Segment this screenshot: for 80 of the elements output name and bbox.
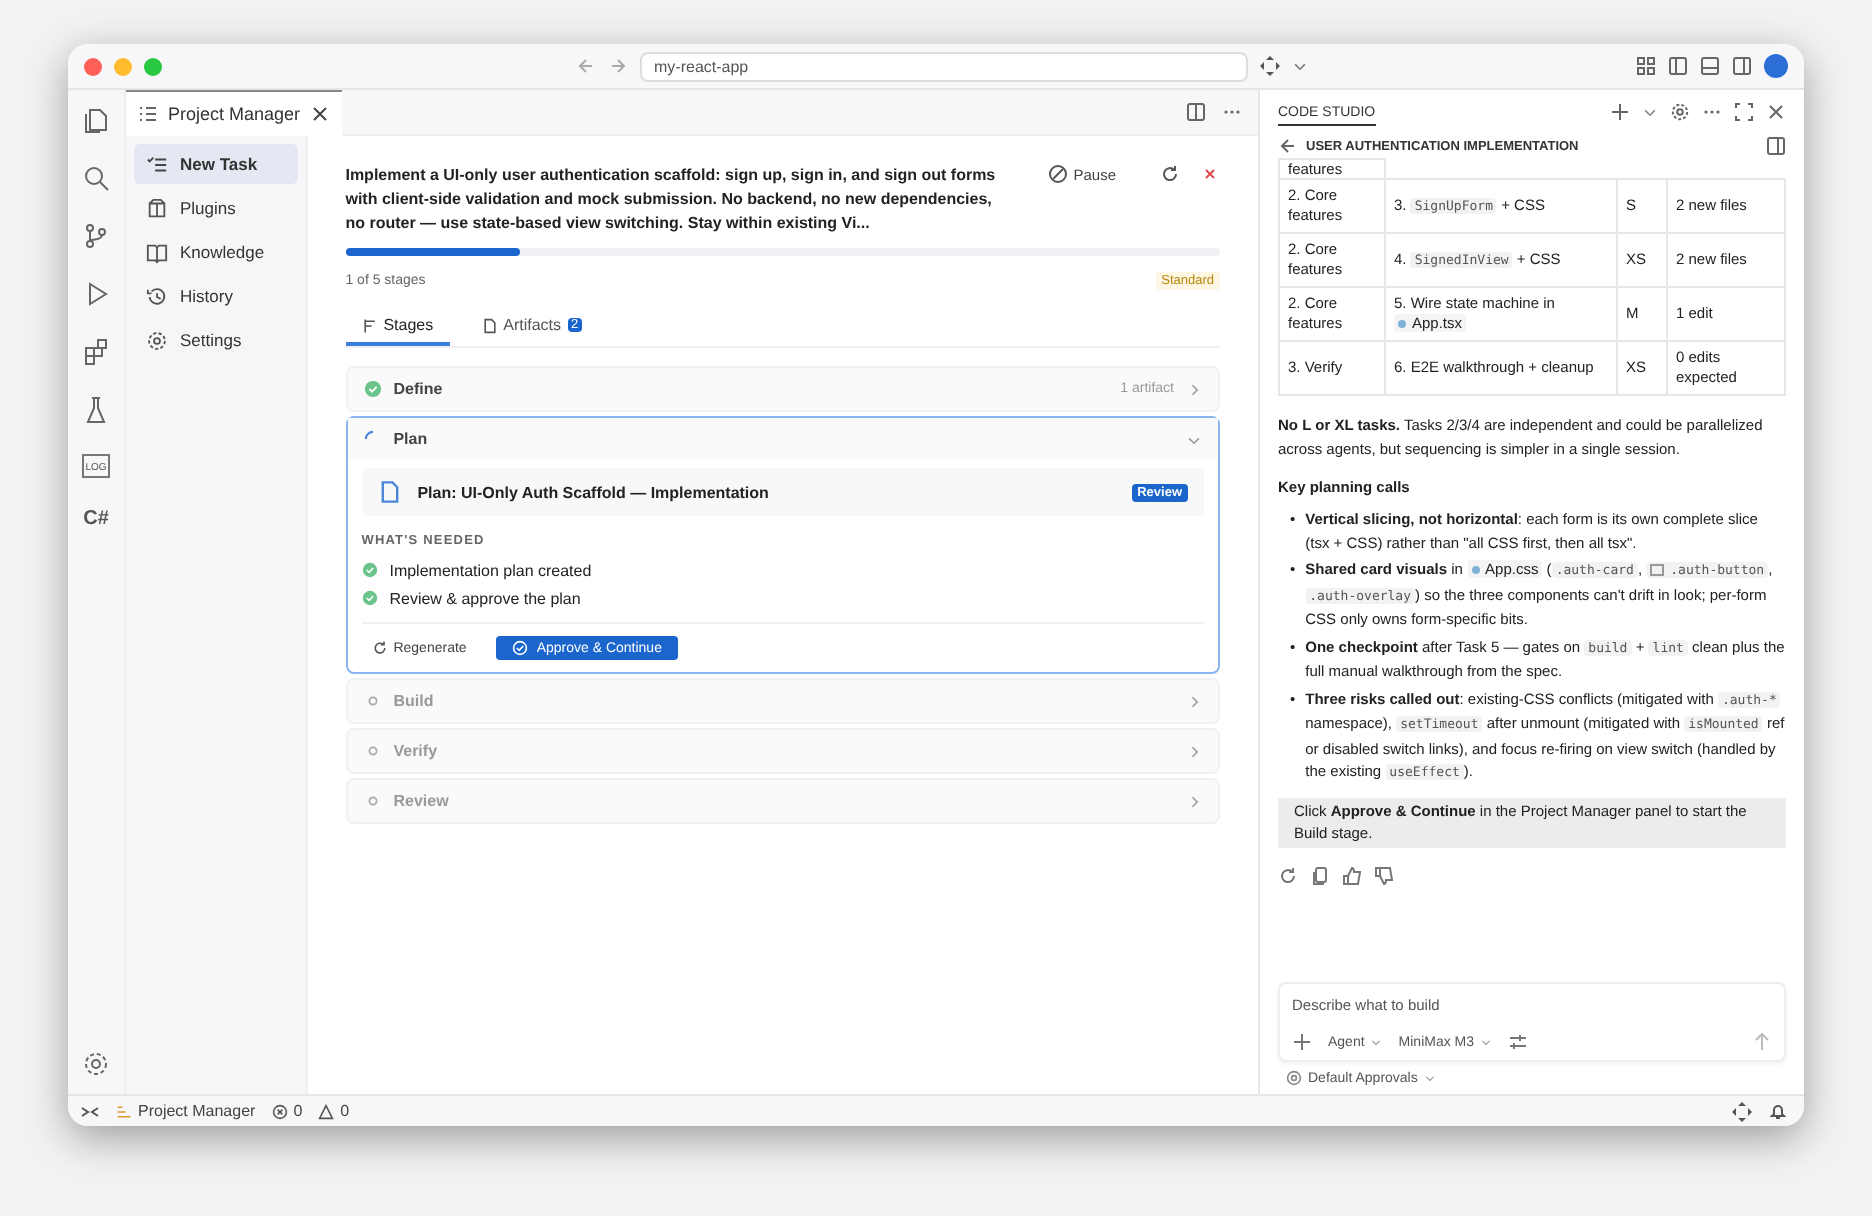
thumbs-up-icon[interactable] (1342, 865, 1362, 885)
plus-icon[interactable] (1292, 1032, 1312, 1052)
tab[interactable]: Stages (345, 310, 450, 346)
empty-circle-icon (363, 692, 382, 710)
list-icon (138, 103, 158, 123)
search-icon[interactable] (82, 164, 110, 192)
branch-icon[interactable] (82, 222, 110, 250)
chevron-right-icon (1186, 381, 1202, 397)
artifact-title: Plan: UI-Only Auth Scaffold — Implementation (417, 483, 769, 501)
pause-icon (1047, 164, 1068, 184)
csharp-icon[interactable]: C# (83, 508, 109, 530)
stage-name: Plan (393, 430, 428, 448)
list-icon (116, 1103, 132, 1119)
chevron-down-icon[interactable] (1642, 104, 1658, 120)
retry-icon[interactable] (1278, 865, 1298, 885)
nav-item[interactable]: Settings (134, 320, 298, 360)
check-circle-icon (512, 640, 529, 656)
close-window-button[interactable] (84, 57, 102, 75)
secondary-sidebar-icon[interactable] (1732, 56, 1752, 76)
settings-icon[interactable] (82, 1050, 110, 1078)
copy-icon[interactable] (1310, 865, 1330, 885)
stage-name: Build (393, 692, 434, 710)
stage-name: Review (393, 792, 449, 810)
history-icon (146, 285, 168, 307)
requirement-text: Implementation plan created (389, 561, 592, 579)
editor-tab[interactable]: Project Manager (126, 89, 343, 135)
move-icon[interactable] (1260, 56, 1280, 76)
remote-icon[interactable] (80, 1101, 100, 1121)
checklist-icon (146, 153, 168, 175)
avatar[interactable] (1764, 54, 1788, 78)
chevron-down-icon (1423, 1072, 1436, 1084)
files-icon[interactable] (82, 106, 110, 134)
requirement-text: Review & approve the plan (389, 589, 581, 607)
stages-icon (361, 317, 378, 333)
panel-toggle-icon[interactable] (1700, 56, 1720, 76)
close-icon[interactable] (1200, 164, 1220, 184)
layout-icon[interactable] (1636, 56, 1656, 76)
stage-name: Verify (393, 742, 438, 760)
settings-icon[interactable] (1670, 102, 1690, 122)
nav-item[interactable]: New Task (134, 144, 298, 184)
task-description: Implement a UI-only user authentication scaffold: sign up, sign in, and sign out forms with client-side validation and mock submission. No backend, no new dependencies, no router — use state-based view switching. Stay within existing Vi... (345, 164, 996, 236)
refresh-icon (371, 640, 388, 656)
nav-item[interactable]: Plugins (134, 188, 298, 228)
box-icon (146, 197, 168, 219)
move-icon[interactable] (1732, 1101, 1752, 1121)
close-icon[interactable] (310, 103, 331, 123)
split-editor-icon[interactable] (1186, 102, 1206, 122)
back-arrow-icon[interactable] (1278, 136, 1298, 156)
plus-icon[interactable] (1610, 102, 1630, 122)
sliders-icon[interactable] (1508, 1032, 1529, 1052)
extensions-icon[interactable] (82, 338, 110, 366)
flask-icon[interactable] (82, 396, 110, 424)
nav-item[interactable]: Knowledge (134, 232, 298, 272)
refresh-icon[interactable] (1160, 164, 1180, 184)
chevron-right-icon (1186, 693, 1202, 709)
gear-icon (146, 329, 168, 351)
stage-name: Define (393, 380, 443, 398)
errors-status[interactable]: 0 (271, 1102, 303, 1120)
chevron-down-icon (1480, 1036, 1493, 1048)
document-icon (377, 480, 402, 504)
empty-circle-icon (363, 792, 382, 810)
chevron-right-icon (1186, 793, 1202, 809)
check-circle-icon (363, 380, 382, 398)
expand-icon[interactable] (1734, 102, 1754, 122)
address-field[interactable]: my-react-app (640, 51, 1248, 81)
thumbs-down-icon[interactable] (1374, 865, 1394, 885)
empty-circle-icon (363, 742, 382, 760)
document-icon (481, 317, 498, 333)
sidebar-toggle-icon[interactable] (1668, 56, 1688, 76)
close-icon[interactable] (1766, 102, 1786, 122)
sidebar-toggle-icon[interactable] (1766, 136, 1786, 156)
chevron-down-icon (1370, 1036, 1383, 1048)
warnings-status[interactable]: 0 (318, 1102, 350, 1120)
chevron-right-icon (1186, 743, 1202, 759)
chevron-down-icon[interactable] (1292, 58, 1308, 74)
status-item[interactable]: Project Manager (116, 1102, 256, 1120)
nav-item[interactable]: History (134, 276, 298, 316)
book-icon (146, 241, 168, 263)
target-icon (1286, 1070, 1302, 1086)
bell-icon[interactable] (1768, 1101, 1788, 1121)
